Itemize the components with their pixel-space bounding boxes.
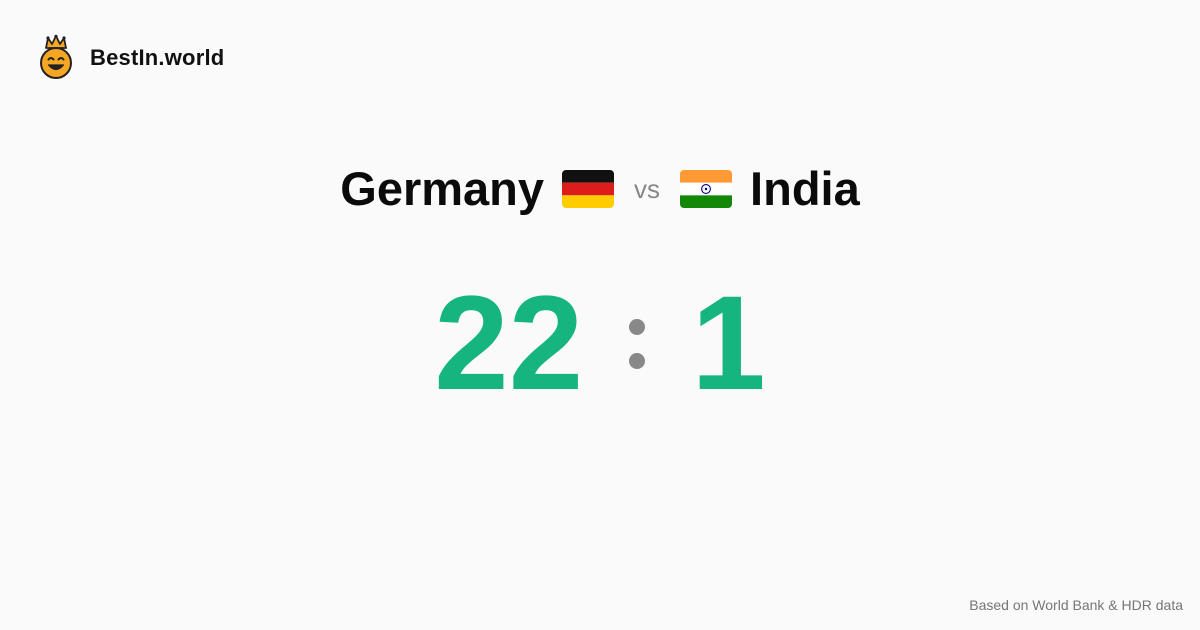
left-score: 22 xyxy=(434,269,584,418)
right-country-name: India xyxy=(750,162,860,215)
brand[interactable]: BestIn.world xyxy=(38,34,224,80)
score-display: 22 1 xyxy=(0,277,1200,411)
india-flag-icon xyxy=(680,169,733,208)
vs-label: vs xyxy=(634,173,661,204)
germany-flag-icon xyxy=(562,169,615,208)
crown-smiley-icon xyxy=(40,34,72,79)
right-score: 1 xyxy=(691,269,766,418)
brand-name: BestIn.world xyxy=(90,45,225,70)
data-source-note: Based on World Bank & HDR data xyxy=(969,597,1183,613)
comparison-title: Germany vs India xyxy=(0,165,1200,212)
colon-dots-icon xyxy=(629,319,646,369)
left-country-name: Germany xyxy=(340,162,545,215)
